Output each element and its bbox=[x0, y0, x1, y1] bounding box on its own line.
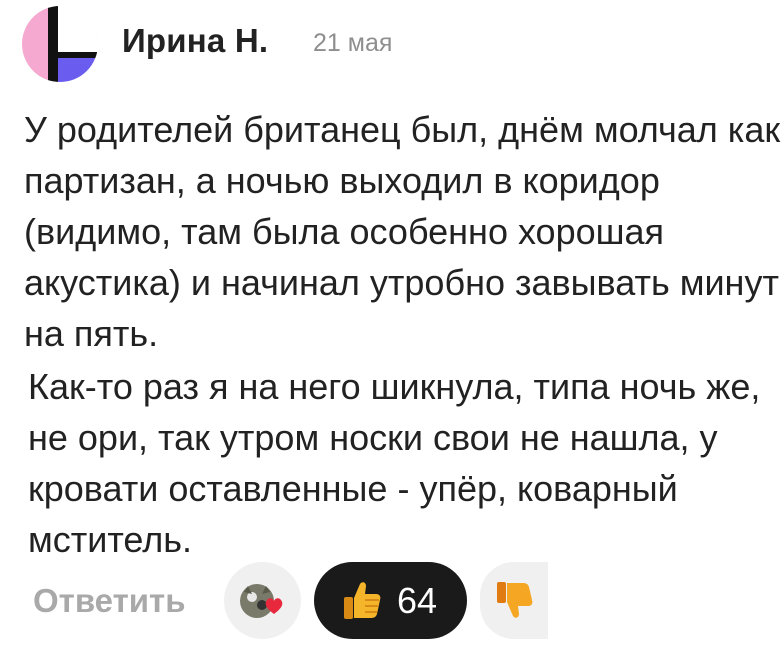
avatar-logo-icon bbox=[22, 6, 98, 82]
like-reaction-button[interactable]: 64 bbox=[314, 562, 467, 639]
comment-paragraph: Как-то раз я на него шикнула, типа ночь … bbox=[28, 366, 761, 560]
thumbs-up-icon bbox=[344, 582, 381, 619]
comment-paragraph: У родителей британец был, днём молчал ка… bbox=[24, 109, 781, 354]
like-count: 64 bbox=[397, 580, 438, 621]
avatar[interactable] bbox=[22, 6, 98, 82]
dislike-reaction-button[interactable] bbox=[480, 562, 548, 639]
thumbs-down-icon bbox=[497, 581, 533, 618]
reply-button[interactable]: Ответить bbox=[33, 582, 186, 620]
comment: Ирина Н. 21 мая У родителей британец был… bbox=[0, 0, 783, 645]
comment-date: 21 мая bbox=[313, 29, 393, 57]
author-name[interactable]: Ирина Н. bbox=[122, 22, 268, 60]
cat-heart-reaction-icon bbox=[239, 583, 282, 618]
reaction-button-other[interactable] bbox=[224, 562, 301, 639]
